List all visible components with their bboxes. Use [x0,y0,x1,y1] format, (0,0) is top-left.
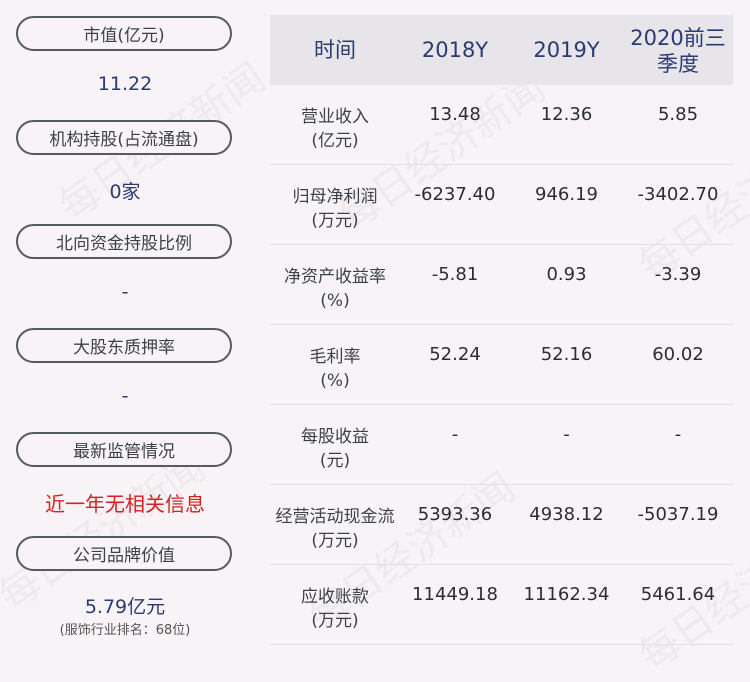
row-label: 每股收益 (元) [270,405,400,473]
row-label-unit: (万元) [311,211,359,231]
cell-value: 60.02 [652,344,704,365]
cell-value: -5037.19 [637,504,719,525]
table-row: 应收账款 (万元) 11449.18 11162.34 5461.64 [270,565,733,645]
cell-value: 52.16 [540,344,593,365]
northbound-ratio-label: 北向资金持股比例 [16,224,232,259]
row-label-main: 应收账款 [301,587,369,607]
row-label: 毛利率 (%) [270,325,400,393]
cell-value: 5461.64 [640,584,716,605]
pledge-ratio-value: - [121,385,129,407]
row-label-unit: (%) [320,291,350,311]
pledge-ratio-label: 大股东质押率 [16,328,232,363]
pill-label: 市值(亿元) [83,26,165,46]
cell-value: 5.85 [657,104,699,125]
northbound-ratio-value: - [121,281,129,303]
row-label-unit: (%) [320,371,350,391]
row-label-main: 净资产收益率 [284,267,386,287]
brand-value-label: 公司品牌价值 [16,536,232,571]
regulatory-value: 近一年无相关信息 [45,492,205,516]
row-label-unit: (万元) [311,611,359,631]
row-label-main: 经营活动现金流 [275,507,395,527]
row-label-unit: (万元) [311,531,359,551]
header-2019: 2019Y [533,38,600,62]
cell-value: 11449.18 [412,584,498,605]
brand-value-value: 5.79亿元 [84,596,166,618]
row-label-main: 每股收益 [301,427,369,447]
cell-value: 4938.12 [529,504,604,525]
table-row: 净资产收益率 (%) -5.81 0.93 -3.39 [270,245,733,325]
table-row: 经营活动现金流 (万元) 5393.36 4938.12 -5037.19 [270,485,733,565]
cell-value: 5393.36 [417,504,493,525]
header-2018: 2018Y [421,38,489,62]
row-label: 经营活动现金流 (万元) [270,485,400,553]
cell-value: 52.24 [429,344,481,365]
row-label-unit: (亿元) [311,131,359,151]
cell-value: - [674,424,682,445]
header-time: 时间 [314,38,356,62]
pill-label: 公司品牌价值 [73,546,175,566]
table-header: 时间 2018Y 2019Y 2020前三季度 [270,15,733,85]
financial-table: 时间 2018Y 2019Y 2020前三季度 营业收入 (亿元) 13.48 1… [270,15,733,645]
row-label-main: 营业收入 [301,107,369,127]
pill-label: 大股东质押率 [73,338,175,358]
cell-value: -3.39 [654,264,702,285]
row-label: 归母净利润 (万元) [270,165,400,233]
pill-label: 北向资金持股比例 [56,234,192,254]
cell-value: - [563,424,570,445]
cell-value: -3402.70 [637,184,719,205]
table-row: 归母净利润 (万元) -6237.40 946.19 -3402.70 [270,165,733,245]
market-cap-value: 11.22 [97,73,153,95]
pill-label: 机构持股(占流通盘) [49,130,199,150]
regulatory-label: 最新监管情况 [16,432,232,467]
cell-value: -6237.40 [414,184,496,205]
row-label-main: 毛利率 [309,347,361,367]
brand-rank-note: (服饰行业排名：68位) [59,623,191,638]
cell-value: -5.81 [431,264,479,285]
pill-label: 最新监管情况 [73,442,175,462]
cell-value: 13.48 [429,104,481,125]
institution-holding-value: 0家 [109,181,141,203]
left-panel: 市值(亿元) 11.22 机构持股(占流通盘) 0家 北向资金持股比例 - 大股… [0,0,250,667]
row-label: 应收账款 (万元) [270,565,400,633]
row-label-unit: (元) [319,451,351,471]
cell-value: 12.36 [540,104,593,125]
cell-value: 11162.34 [523,584,610,605]
row-label-main: 归母净利润 [292,187,378,207]
table-row: 毛利率 (%) 52.24 52.16 60.02 [270,325,733,405]
market-cap-label: 市值(亿元) [16,16,232,51]
cell-value: 946.19 [535,184,598,205]
header-2020q3: 2020前三季度 [630,26,726,76]
institution-holding-label: 机构持股(占流通盘) [16,120,232,155]
cell-value: 0.93 [546,264,587,285]
table-row: 每股收益 (元) - - - [270,405,733,485]
row-label: 净资产收益率 (%) [270,245,400,313]
row-label: 营业收入 (亿元) [270,85,400,153]
table-row: 营业收入 (亿元) 13.48 12.36 5.85 [270,85,733,165]
cell-value: - [451,424,459,445]
